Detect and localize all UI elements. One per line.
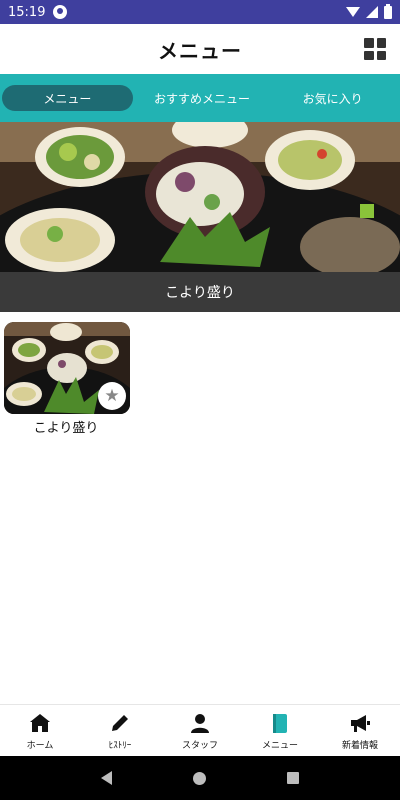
home-button-icon[interactable]	[192, 771, 206, 785]
nav-menu-label: メニュー	[261, 740, 298, 751]
nav-history[interactable]: ﾋｽﾄﾘｰ	[80, 705, 160, 756]
battery-icon	[384, 3, 392, 19]
status-icons	[346, 3, 392, 19]
nav-home-label: ホーム	[26, 740, 54, 751]
menu-card[interactable]: ★ こより盛り	[4, 322, 130, 436]
menu-card-image[interactable]: ★	[4, 322, 130, 414]
nav-home[interactable]: ホーム	[0, 705, 80, 756]
app-header: メニュー	[0, 24, 400, 74]
bottom-navigation: ホーム ﾋｽﾄﾘｰ スタッフ メニュー 新着情報	[0, 704, 400, 756]
nav-news-label: 新着情報	[341, 740, 378, 751]
system-navigation-bar	[0, 756, 400, 800]
app-notification-icon	[53, 5, 68, 19]
signal-icon	[366, 6, 378, 18]
hero-food-photo	[0, 122, 400, 272]
person-icon	[189, 711, 211, 735]
megaphone-icon	[349, 711, 371, 735]
page-title: メニュー	[158, 38, 242, 63]
tab-bar: メニュー おすすめメニュー お気に入り	[0, 74, 400, 122]
status-time: 15:19	[8, 4, 46, 20]
pencil-icon	[109, 711, 131, 735]
tab-recommended[interactable]: おすすめメニュー	[137, 85, 268, 111]
back-icon[interactable]	[100, 771, 112, 785]
book-icon	[269, 711, 291, 735]
status-bar: 15:19	[0, 0, 400, 24]
wifi-icon	[346, 7, 360, 17]
tab-menu[interactable]: メニュー	[2, 85, 133, 111]
nav-staff[interactable]: スタッフ	[160, 705, 240, 756]
nav-menu[interactable]: メニュー	[240, 705, 320, 756]
nav-staff-label: スタッフ	[181, 740, 218, 751]
favorite-star-icon[interactable]: ★	[98, 382, 126, 410]
home-icon	[29, 711, 51, 735]
grid-view-icon[interactable]	[364, 38, 386, 60]
recent-apps-icon[interactable]	[287, 772, 300, 784]
tab-favorites[interactable]: お気に入り	[267, 85, 398, 111]
nav-history-label: ﾋｽﾄﾘｰ	[108, 740, 132, 751]
nav-news[interactable]: 新着情報	[320, 705, 400, 756]
hero-image[interactable]	[0, 122, 400, 272]
hero-caption: こより盛り	[0, 272, 400, 312]
menu-card-label: こより盛り	[33, 421, 99, 436]
